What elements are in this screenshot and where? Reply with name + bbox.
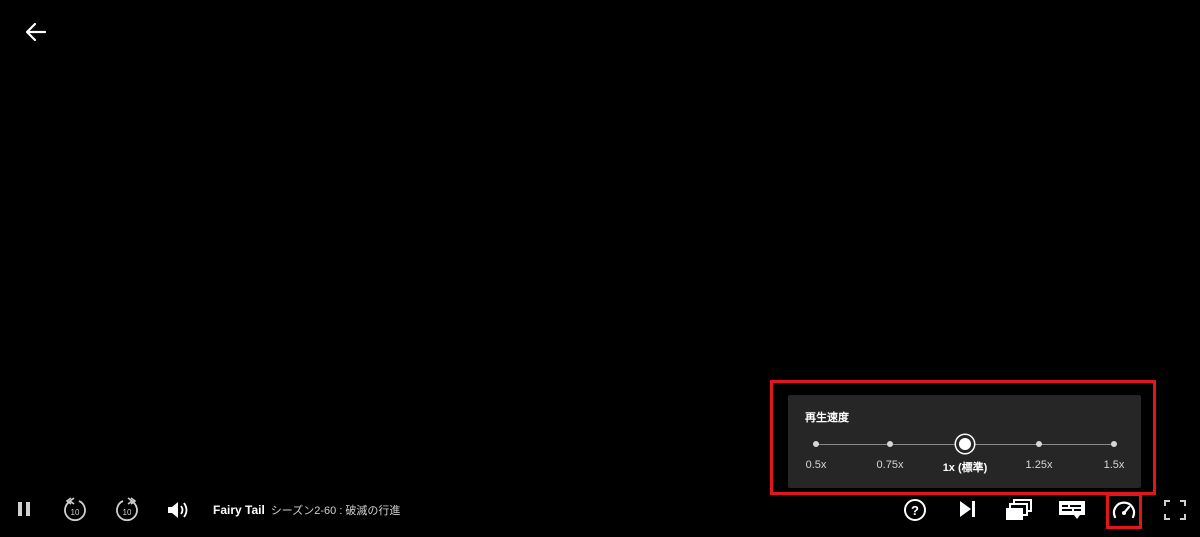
rewind-10-button[interactable]: 10 <box>61 496 89 524</box>
episode-title: シーズン2-60 : 破滅の行進 <box>270 505 401 517</box>
back-button[interactable] <box>24 20 48 44</box>
speedometer-icon <box>1112 501 1136 519</box>
forward-10-button[interactable]: 10 <box>113 496 141 524</box>
playback-speed-button[interactable] <box>1111 498 1137 522</box>
rewind-10-icon: 10 <box>64 497 86 521</box>
help-button[interactable]: ? <box>903 498 927 522</box>
episodes-button[interactable] <box>1005 498 1033 522</box>
svg-text:10: 10 <box>123 508 132 517</box>
speed-option-label: 1.5x <box>1103 459 1125 471</box>
volume-icon <box>168 502 188 518</box>
next-episode-button[interactable] <box>957 499 977 519</box>
speed-option-label: 0.5x <box>805 459 827 471</box>
volume-button[interactable] <box>166 499 192 521</box>
subtitles-button[interactable] <box>1058 499 1086 521</box>
speed-option-1x[interactable]: 1x (標準) <box>935 395 995 488</box>
forward-10-icon: 10 <box>116 497 138 521</box>
svg-text:?: ? <box>911 503 919 518</box>
speed-option-label: 0.75x <box>876 459 904 471</box>
speed-option-label: 1x (標準) <box>942 462 988 474</box>
next-episode-icon <box>960 501 975 517</box>
playback-speed-panel: 再生速度 0.5x 0.75x 1x (標準) 1.25x 1.5x <box>788 395 1141 488</box>
fullscreen-icon <box>1164 500 1186 520</box>
episodes-icon <box>1006 499 1032 520</box>
arrow-left-icon <box>25 22 47 42</box>
pause-button[interactable] <box>17 500 31 518</box>
speed-option-0.75x[interactable]: 0.75x <box>860 395 920 488</box>
show-title: Fairy Tail <box>213 503 265 517</box>
speed-dot <box>1036 441 1042 447</box>
help-icon: ? <box>904 499 926 521</box>
speed-option-0.5x[interactable]: 0.5x <box>786 395 846 488</box>
speed-option-1.5x[interactable]: 1.5x <box>1084 395 1144 488</box>
fullscreen-button[interactable] <box>1163 499 1187 521</box>
speed-option-label: 1.25x <box>1025 459 1053 471</box>
subtitles-icon <box>1059 501 1085 519</box>
speed-dot <box>813 441 819 447</box>
speed-option-1.25x[interactable]: 1.25x <box>1009 395 1069 488</box>
svg-text:10: 10 <box>71 508 80 517</box>
pause-icon <box>18 502 30 516</box>
speed-dot-selected <box>956 435 974 453</box>
speed-dot <box>1111 441 1117 447</box>
now-playing-title: Fairy Tail シーズン2-60 : 破滅の行進 <box>213 502 400 518</box>
speed-dot <box>887 441 893 447</box>
